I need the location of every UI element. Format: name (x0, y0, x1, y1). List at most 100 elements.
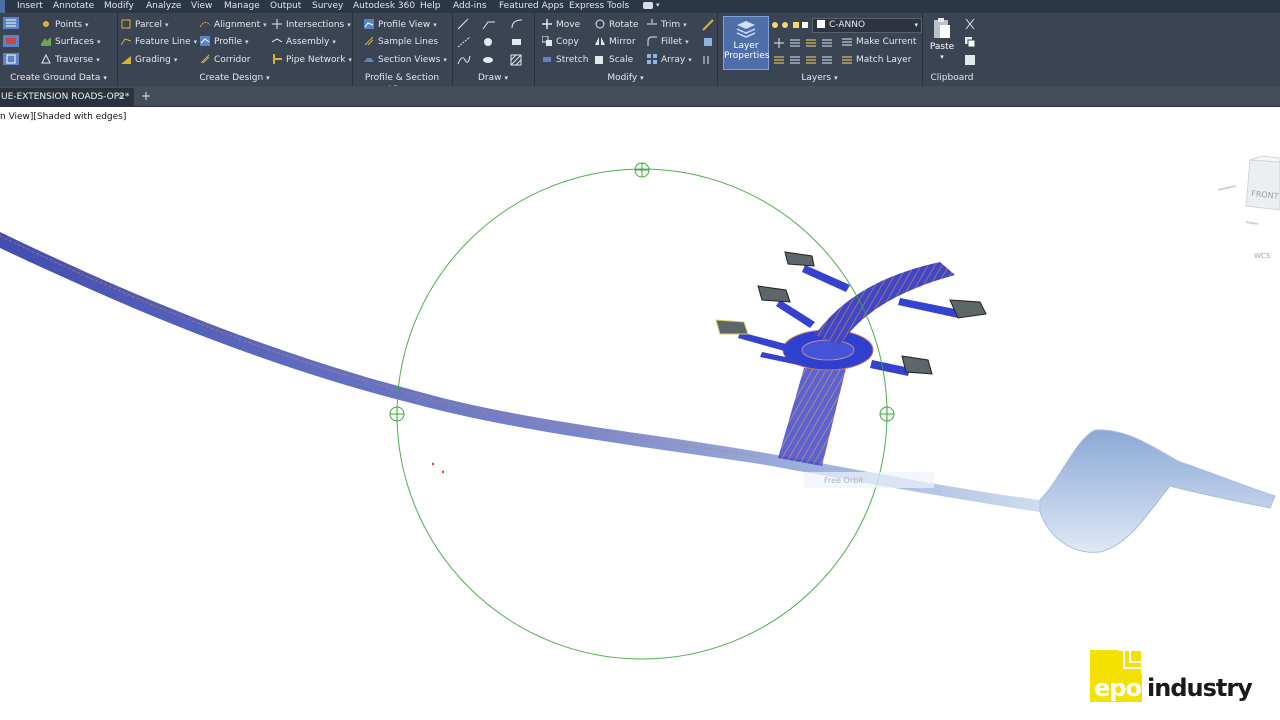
layer-isolate-icon[interactable] (789, 37, 801, 49)
building-pad-5[interactable] (901, 355, 933, 375)
wcs-menu[interactable]: WCS (1254, 252, 1271, 260)
menu-insert[interactable]: Insert (17, 0, 43, 13)
viewport-controls-label[interactable]: n View][Shaded with edges] (0, 112, 126, 122)
profile-button[interactable]: Profile ▾ (200, 35, 249, 49)
array-button[interactable]: Array ▾ (647, 53, 692, 67)
layer-lock-icon[interactable] (821, 37, 833, 49)
layer-delete-icon[interactable] (821, 54, 833, 66)
panel-title-layers[interactable]: Layers ▾ (717, 72, 922, 84)
layer-properties-button[interactable]: Layer Properties (723, 16, 769, 70)
app-menu-edge[interactable] (0, 0, 5, 13)
menu-survey[interactable]: Survey (312, 0, 343, 13)
building-pad-3[interactable] (715, 319, 749, 335)
branch-road[interactable] (778, 368, 846, 466)
polyline-icon[interactable] (482, 18, 496, 30)
xline-icon[interactable] (457, 36, 471, 48)
building-pad-2[interactable] (757, 285, 791, 303)
menu-express-tools[interactable]: Express Tools (569, 0, 629, 13)
properties-icon[interactable] (3, 53, 19, 65)
menu-featured-apps[interactable]: Featured Apps (499, 0, 564, 13)
trim-label: Trim (661, 20, 681, 30)
fillet-button[interactable]: Fillet ▾ (647, 35, 689, 49)
intersections-button[interactable]: Intersections ▾ (272, 18, 351, 32)
drawing-viewport[interactable]: Free Orbit FRONT WCS (0, 106, 1280, 720)
menu-autodesk-360[interactable]: Autodesk 360 (353, 0, 415, 13)
copy-clip-icon[interactable] (964, 36, 976, 48)
menu-modify[interactable]: Modify (104, 0, 134, 13)
panel-title-create-design[interactable]: Create Design ▾ (117, 72, 352, 84)
menu-analyze[interactable]: Analyze (146, 0, 181, 13)
ribbon-toggle-icon[interactable] (643, 2, 653, 9)
scale-button[interactable]: Scale (595, 53, 633, 67)
menu-help[interactable]: Help (420, 0, 441, 13)
menu-output[interactable]: Output (270, 0, 301, 13)
cut-icon[interactable] (964, 18, 976, 30)
match-properties-icon[interactable] (964, 54, 976, 66)
menu-add-ins[interactable]: Add-ins (453, 0, 487, 13)
toolspace-icon[interactable] (3, 17, 19, 29)
points-button[interactable]: Points ▾ (41, 18, 89, 32)
viewcube[interactable]: FRONT (1217, 155, 1280, 225)
feature-line-button[interactable]: Feature Line ▾ (120, 35, 197, 49)
section-views-label: Section Views (378, 55, 441, 65)
grading-button[interactable]: Grading ▾ (121, 53, 177, 67)
profile-view-button[interactable]: Profile View ▾ (364, 18, 437, 32)
close-icon[interactable]: × (117, 88, 125, 106)
layer-dropdown[interactable]: C-ANNO ▾ (812, 18, 922, 33)
main-road-corridor[interactable] (0, 232, 1040, 512)
section-views-icon (364, 54, 374, 64)
layer-off-icon[interactable] (773, 37, 785, 49)
curved-arm-road[interactable] (815, 262, 955, 345)
surfaces-button[interactable]: Surfaces ▾ (41, 35, 101, 49)
building-pad-1[interactable] (784, 251, 815, 267)
rectangle-icon[interactable] (510, 36, 524, 48)
document-tab[interactable]: UE-EXTENSION ROADS-OP2* × (0, 88, 134, 106)
explode-icon[interactable] (702, 36, 714, 48)
arc-icon[interactable] (510, 18, 524, 30)
move-button[interactable]: Move (542, 18, 580, 32)
mirror-button[interactable]: Mirror (595, 35, 636, 49)
new-tab-button[interactable]: + (139, 89, 153, 103)
traverse-button[interactable]: Traverse ▾ (41, 53, 100, 67)
alignment-button[interactable]: Alignment ▾ (199, 18, 267, 32)
hatch-icon[interactable] (510, 54, 524, 66)
menu-bar: Insert Annotate Modify Analyze View Mana… (0, 0, 1280, 13)
match-layer-button[interactable]: Match Layer (842, 53, 911, 67)
stretch-button[interactable]: Stretch (542, 53, 588, 67)
panel-title-clipboard[interactable]: Clipboard (922, 72, 982, 84)
panel-title-profile-section-views[interactable]: Profile & Section Views (352, 72, 452, 95)
spline-icon[interactable] (457, 54, 471, 66)
assembly-label: Assembly (286, 37, 330, 47)
menu-manage[interactable]: Manage (224, 0, 260, 13)
rotate-button[interactable]: Rotate (595, 18, 638, 32)
panel-title-draw[interactable]: Draw ▾ (452, 72, 534, 84)
corridor-button[interactable]: Corridor (200, 53, 250, 67)
assembly-button[interactable]: Assembly ▾ (271, 35, 336, 49)
pipe-network-button[interactable]: Pipe Network ▾ (272, 53, 352, 67)
layer-previous-icon[interactable] (805, 54, 817, 66)
panel-title-create-ground-data[interactable]: Create Ground Data ▾ (0, 72, 117, 84)
line-icon[interactable] (457, 18, 471, 30)
layer-freeze-icon[interactable] (805, 37, 817, 49)
menu-annotate[interactable]: Annotate (53, 0, 94, 13)
circle-icon[interactable] (482, 36, 496, 48)
layer-merge-icon[interactable] (789, 54, 801, 66)
chevron-down-icon[interactable]: ▾ (656, 1, 660, 9)
sample-lines-button[interactable]: Sample Lines (364, 35, 438, 49)
offset-icon[interactable] (702, 54, 714, 66)
layer-walk-icon[interactable] (773, 54, 785, 66)
profile-icon (200, 36, 210, 46)
layer-state-icons[interactable] (771, 19, 811, 31)
copy-button[interactable]: Copy (541, 35, 579, 49)
trim-button[interactable]: Trim ▾ (647, 18, 687, 32)
section-views-button[interactable]: Section Views ▾ (364, 53, 447, 67)
paste-button[interactable]: Paste ▾ (927, 17, 957, 65)
ellipse-icon[interactable] (482, 54, 496, 66)
panel-title-modify[interactable]: Modify ▾ (534, 72, 717, 84)
erase-icon[interactable] (702, 19, 714, 31)
parcel-button[interactable]: Parcel ▾ (121, 18, 169, 32)
make-current-button[interactable]: Make Current (842, 35, 916, 49)
panorama-icon[interactable] (3, 35, 19, 47)
grading-mound[interactable] (1039, 429, 1276, 553)
menu-view[interactable]: View (191, 0, 212, 13)
